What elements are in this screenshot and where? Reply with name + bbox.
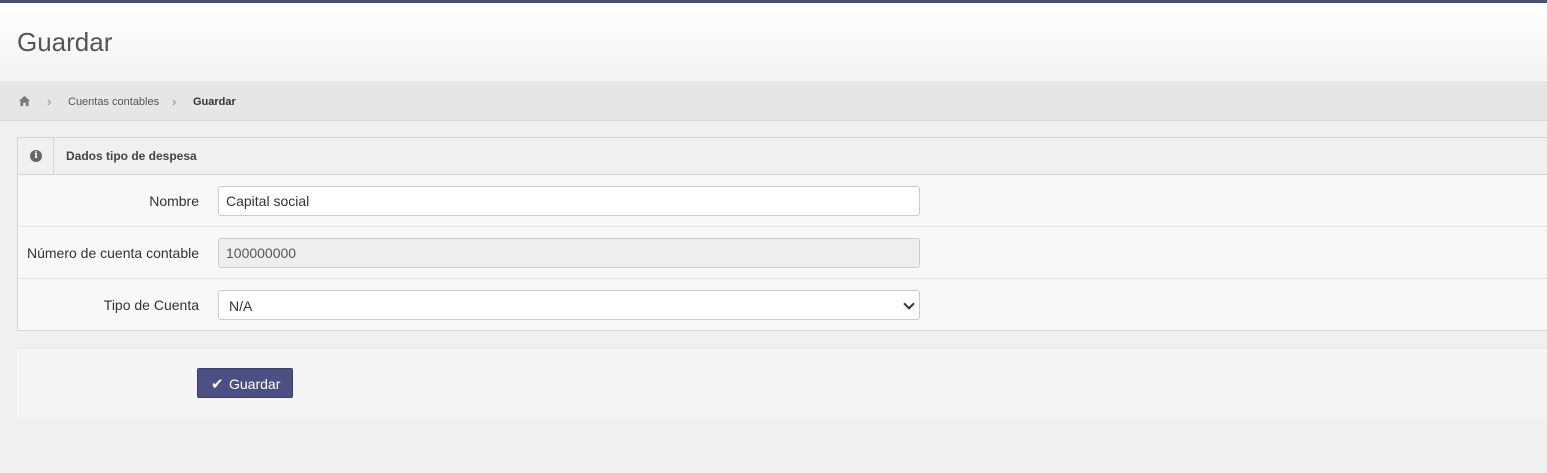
page-header: Guardar	[0, 3, 1547, 83]
breadcrumb-item-current: Guardar	[193, 96, 236, 108]
breadcrumb-separator: ›	[172, 94, 177, 109]
numero-cuenta-label: Número de cuenta contable	[27, 245, 199, 261]
tipo-cuenta-selected-value: N/A	[229, 298, 253, 314]
save-button[interactable]: ✔ Guardar	[197, 368, 293, 398]
panel-heading: i Dados tipo de despesa	[18, 138, 1547, 175]
panel-icon-box: i	[18, 138, 54, 174]
check-icon: ✔	[211, 375, 224, 393]
page-title: Guardar	[17, 27, 113, 57]
numero-cuenta-input	[218, 238, 920, 268]
panel-title: Dados tipo de despesa	[66, 149, 197, 163]
tipo-cuenta-select[interactable]: N/A	[218, 290, 920, 320]
home-icon[interactable]	[18, 95, 31, 108]
save-button-label: Guardar	[229, 376, 281, 392]
breadcrumb: › Cuentas contables › Guardar	[0, 84, 1547, 121]
form-panel: i Dados tipo de despesa Nombre Número de…	[17, 137, 1547, 331]
chevron-down-icon	[903, 298, 915, 310]
breadcrumb-item-cuentas-contables[interactable]: Cuentas contables	[68, 96, 159, 108]
info-icon: i	[30, 150, 42, 162]
breadcrumb-separator: ›	[47, 94, 52, 109]
form-row-nombre: Nombre	[18, 175, 1547, 227]
nombre-label: Nombre	[149, 193, 199, 209]
form-row-tipo-cuenta: Tipo de Cuenta N/A	[18, 279, 1547, 331]
form-row-numero-cuenta: Número de cuenta contable	[18, 227, 1547, 279]
nombre-input[interactable]	[218, 186, 920, 216]
tipo-cuenta-label: Tipo de Cuenta	[103, 297, 199, 313]
form-actions: ✔ Guardar	[17, 348, 1547, 417]
